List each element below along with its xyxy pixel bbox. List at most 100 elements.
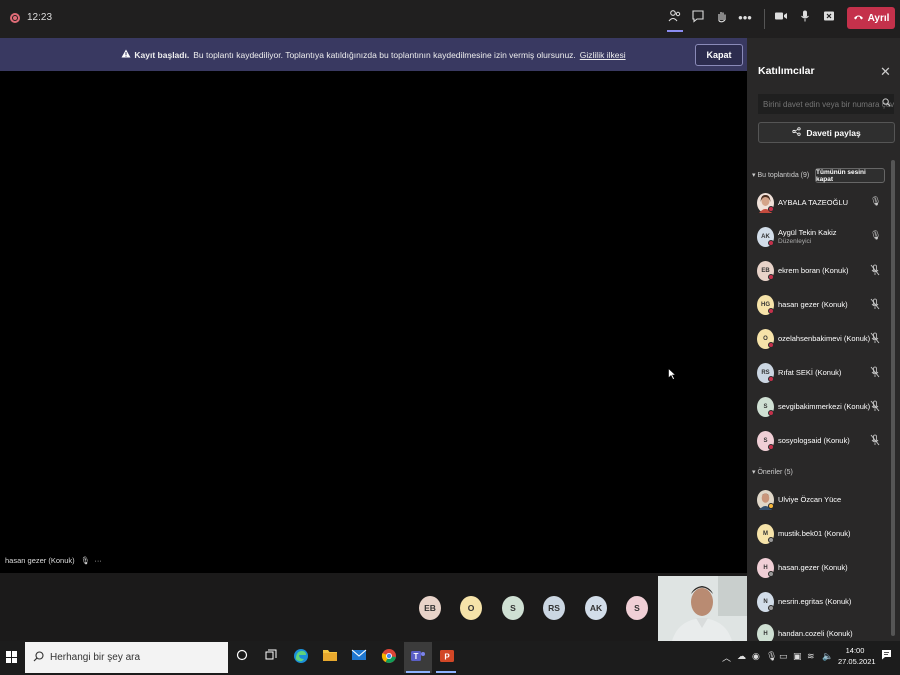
- banner-message: Bu toplantı kaydediliyor. Toplantıya kat…: [193, 49, 576, 60]
- gallery-avatar[interactable]: EB: [419, 596, 441, 620]
- status-badge: [768, 537, 774, 543]
- microphone-muted-icon: [870, 332, 880, 344]
- avatar-initials: RS: [761, 370, 770, 376]
- participant-row[interactable]: AK Aygül Tekin Kakiz Düzenleyici 🎙: [757, 225, 887, 249]
- monitor-icon[interactable]: ▣: [793, 651, 802, 662]
- network-icon[interactable]: ☁: [737, 651, 746, 662]
- participant-row[interactable]: RS Rıfat SEKİ (Konuk): [757, 361, 887, 385]
- participant-row[interactable]: S sevgibakimmerkezi (Konuk): [757, 395, 887, 419]
- meeting-toolbar: [0, 0, 900, 38]
- cortana-icon[interactable]: [233, 648, 251, 666]
- close-icon[interactable]: ✕: [880, 64, 891, 80]
- participant-row[interactable]: O ozelahsenbakimevi (Konuk): [757, 327, 887, 351]
- svg-text:P: P: [444, 653, 450, 662]
- microphone-muted-icon: [870, 298, 880, 310]
- suggestion-row[interactable]: H handan.cozeli (Konuk): [757, 622, 887, 641]
- avatar-initials: M: [763, 531, 768, 537]
- status-badge: [768, 206, 774, 212]
- status-badge: [768, 308, 774, 314]
- participant-name: Rıfat SEKİ (Konuk): [778, 368, 842, 377]
- powerpoint-icon[interactable]: P: [438, 648, 456, 666]
- participant-row[interactable]: AYBALA TAZEOĞLU 🎙: [757, 191, 887, 215]
- in-meeting-header[interactable]: ▾ Bu toplantıda (9): [752, 171, 809, 179]
- avatar-initials: AK: [589, 603, 603, 613]
- avatar-initials: AK: [761, 234, 770, 240]
- suggestion-name: Ulviye Özcan Yüce: [778, 495, 842, 504]
- search-icon: [33, 650, 44, 665]
- notifications-icon[interactable]: [881, 649, 892, 662]
- suggestion-row[interactable]: H hasan.gezer (Konuk): [757, 556, 887, 580]
- mail-icon[interactable]: [350, 648, 368, 666]
- avatar-initials: S: [510, 603, 516, 613]
- gallery-avatar[interactable]: AK: [585, 596, 607, 620]
- gallery-avatar[interactable]: S: [502, 596, 524, 620]
- status-badge: [768, 240, 774, 246]
- privacy-policy-link[interactable]: Gizlilik ilkesi: [580, 50, 626, 60]
- participant-name: sosyologsaid (Konuk): [778, 436, 850, 445]
- speaker-more-icon[interactable]: ···: [94, 556, 102, 565]
- banner-bold-text: Kayıt başladı.: [134, 49, 190, 60]
- taskbar-search[interactable]: Herhangi bir şey ara: [25, 642, 228, 673]
- gallery-avatar[interactable]: O: [460, 596, 482, 620]
- chrome-icon[interactable]: [380, 648, 398, 666]
- suggestion-name: hasan.gezer (Konuk): [778, 563, 848, 572]
- share-invite-button[interactable]: Daveti paylaş: [758, 122, 895, 143]
- avatar-initials: HG: [761, 302, 770, 308]
- more-options-icon[interactable]: •••: [736, 9, 754, 27]
- taskbar-clock[interactable]: 14:00 27.05.2021: [838, 645, 876, 667]
- wifi-icon[interactable]: ≋: [807, 651, 815, 662]
- chevron-down-icon: ▾: [752, 172, 756, 179]
- camera-icon[interactable]: [772, 9, 790, 27]
- participant-row[interactable]: S sosyologsaid (Konuk): [757, 429, 887, 453]
- status-badge: [768, 503, 774, 509]
- panel-scrollbar[interactable]: [891, 160, 895, 636]
- edge-browser-icon[interactable]: [292, 648, 310, 666]
- status-badge: [768, 444, 774, 450]
- active-speaker-label: hasan gezer (Konuk) 🎙 ···: [5, 556, 102, 565]
- suggestion-row[interactable]: Ulviye Özcan Yüce: [757, 488, 887, 512]
- invite-input[interactable]: [758, 94, 894, 114]
- suggestion-row[interactable]: N nesrin.egritas (Konuk): [757, 590, 887, 614]
- in-meeting-header-label: Bu toplantıda (9): [757, 172, 810, 179]
- status-badge: [768, 274, 774, 280]
- avatar-initials: O: [763, 336, 768, 342]
- gallery-avatar[interactable]: S: [626, 596, 648, 620]
- chevron-up-icon[interactable]: ︿: [722, 651, 731, 664]
- avatar-initials: EB: [761, 268, 770, 274]
- self-video-preview[interactable]: [658, 576, 747, 641]
- participant-role: Düzenleyici: [778, 238, 812, 245]
- onedrive-icon[interactable]: ◉: [752, 651, 760, 662]
- suggestion-row[interactable]: M mustik.bek01 (Konuk): [757, 522, 887, 546]
- windows-start-icon[interactable]: [6, 651, 18, 663]
- mute-all-button[interactable]: Tümünün sesini kapat: [815, 168, 885, 183]
- suggestion-name: mustik.bek01 (Konuk): [778, 529, 851, 538]
- recording-indicator-icon: [10, 13, 20, 23]
- raise-hand-icon[interactable]: [713, 9, 731, 27]
- participants-icon[interactable]: [666, 9, 684, 27]
- banner-close-button[interactable]: Kapat: [695, 44, 743, 66]
- gallery-avatar[interactable]: RS: [543, 596, 565, 620]
- teams-running-indicator: [406, 671, 430, 673]
- share-icon: [792, 127, 801, 138]
- avatar: H: [757, 624, 774, 641]
- microphone-icon[interactable]: [796, 9, 814, 27]
- search-icon[interactable]: [882, 98, 891, 109]
- participant-row[interactable]: HG hasan gezer (Konuk): [757, 293, 887, 317]
- muted-mic-icon: 🎙: [80, 556, 91, 565]
- microphone-icon: 🎙: [870, 230, 882, 240]
- volume-icon[interactable]: 🔈: [822, 651, 833, 662]
- leave-button[interactable]: Ayrıl: [847, 7, 895, 29]
- microphone-icon[interactable]: 🎙: [766, 651, 777, 662]
- suggestions-header[interactable]: ▾ Öneriler (5): [752, 468, 793, 476]
- chat-icon[interactable]: [689, 9, 707, 27]
- file-explorer-icon[interactable]: [321, 648, 339, 666]
- microphone-muted-icon: [870, 366, 880, 378]
- warning-icon: [121, 49, 131, 60]
- teams-icon[interactable]: T: [409, 648, 427, 666]
- share-screen-icon[interactable]: [820, 9, 838, 27]
- task-view-icon[interactable]: [262, 648, 280, 666]
- microphone-muted-icon: [870, 434, 880, 446]
- status-badge: [768, 410, 774, 416]
- participant-row[interactable]: EB ekrem boran (Konuk): [757, 259, 887, 283]
- battery-icon[interactable]: ▭: [779, 651, 788, 662]
